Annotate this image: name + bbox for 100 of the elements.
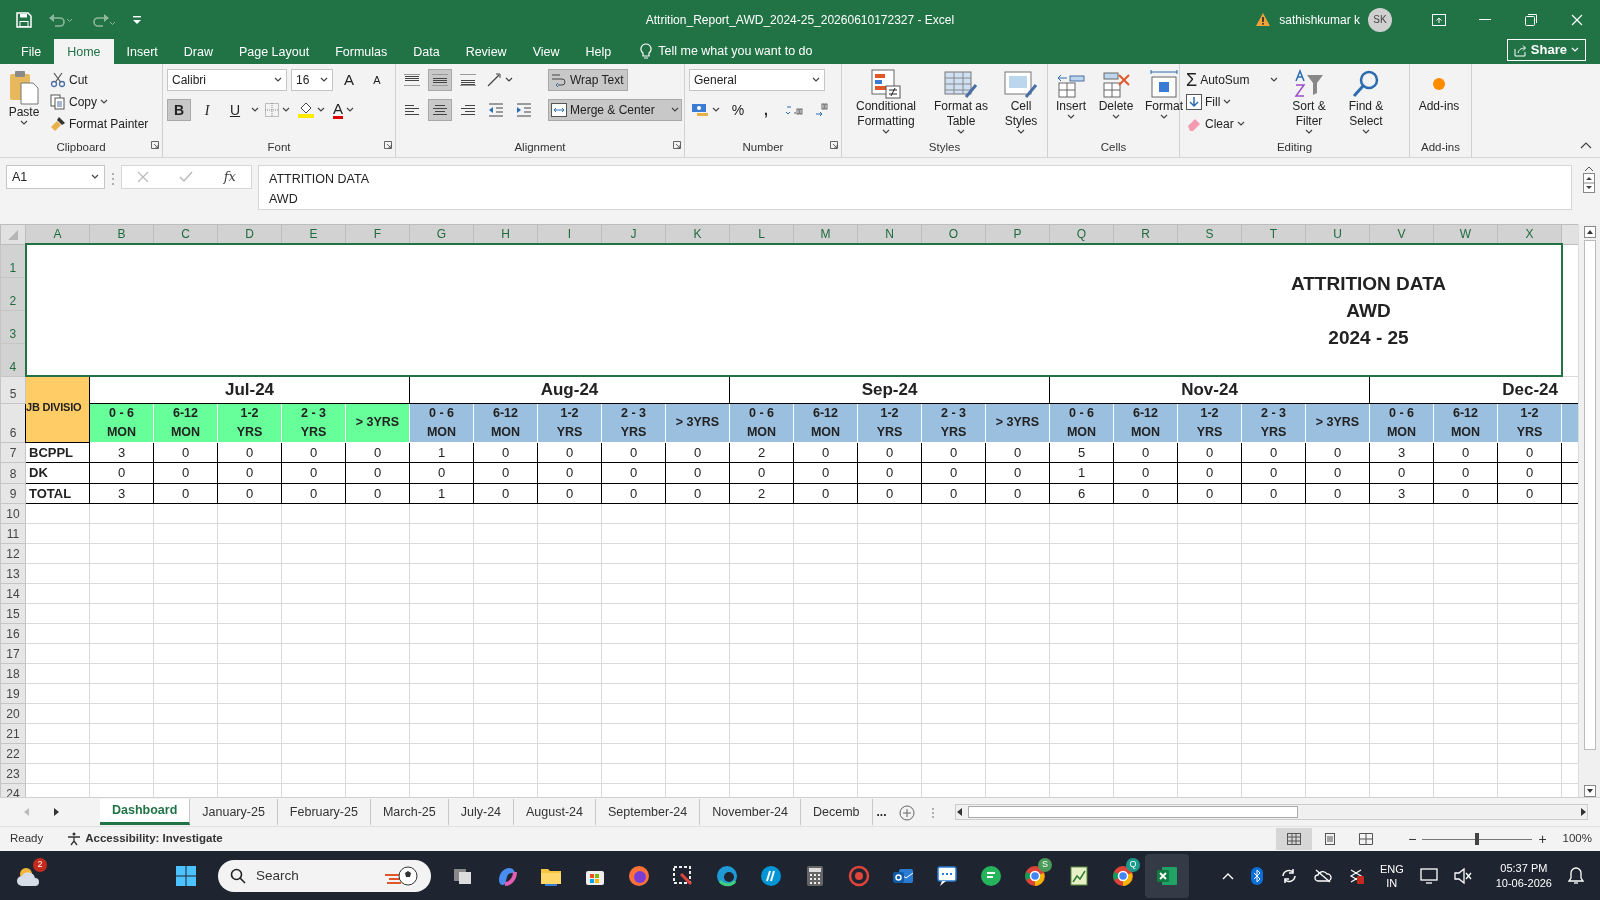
zoom-out-button[interactable]: − — [1408, 828, 1417, 850]
column-header[interactable]: G — [436, 227, 447, 241]
sheet-tab[interactable]: February-25 — [277, 799, 371, 825]
column-header[interactable]: N — [885, 227, 894, 241]
bluetooth-icon[interactable] — [1249, 867, 1264, 885]
column-header[interactable]: C — [181, 227, 190, 241]
sheet-tab[interactable]: March-25 — [370, 799, 449, 825]
redo-icon[interactable] — [90, 11, 116, 28]
name-box[interactable]: A1 — [6, 165, 105, 189]
column-header[interactable]: J — [630, 227, 637, 241]
cut-button[interactable]: Cut — [48, 69, 151, 91]
scrollbar-thumb[interactable] — [1583, 240, 1596, 750]
autosum-button[interactable]: Σ AutoSum — [1184, 69, 1280, 91]
language-indicator[interactable]: ENG IN — [1379, 862, 1404, 890]
column-header[interactable]: T — [1269, 227, 1278, 241]
user-name[interactable]: sathishkumar k — [1279, 10, 1360, 29]
scroll-up-icon[interactable] — [1583, 226, 1596, 238]
row-header[interactable]: 6 — [9, 425, 17, 440]
cells-button[interactable]: Insert — [1052, 69, 1090, 140]
row-header[interactable]: 4 — [9, 359, 17, 374]
column-header[interactable]: K — [693, 227, 702, 241]
scrollbar-thumb[interactable] — [967, 806, 1298, 818]
dialog-launcher-icon[interactable] — [384, 140, 392, 149]
shrink-font-button[interactable]: A — [365, 69, 389, 91]
font-size-field[interactable]: 16 — [291, 69, 333, 91]
column-header[interactable]: Q — [1076, 227, 1087, 241]
minimize-icon[interactable] — [1479, 18, 1491, 21]
paste-button[interactable]: Paste — [4, 69, 44, 140]
font-name-field[interactable]: Calibri — [167, 69, 287, 91]
grow-font-button[interactable]: A — [337, 69, 361, 91]
sheet-tab[interactable]: Dashboard — [100, 799, 191, 825]
more-tabs-button[interactable]: ... — [872, 803, 891, 821]
row-header[interactable]: 2 — [9, 293, 17, 308]
format-toggle[interactable]: B — [167, 99, 191, 121]
notification-icon[interactable] — [1568, 867, 1584, 885]
close-icon[interactable] — [1571, 13, 1583, 26]
format-toggle[interactable]: U — [223, 99, 247, 121]
number-format-field[interactable]: General — [689, 69, 825, 91]
sync-icon[interactable] — [1279, 868, 1298, 884]
row-header[interactable]: 5 — [9, 386, 17, 401]
column-header[interactable]: I — [567, 227, 572, 241]
record-icon[interactable] — [847, 864, 871, 888]
chevron-up-icon[interactable] — [1221, 872, 1234, 880]
column-header[interactable]: R — [1141, 227, 1150, 241]
spreadsheet-icon[interactable] — [1155, 864, 1179, 888]
menu-tab[interactable]: Draw — [170, 39, 226, 64]
column-header[interactable]: F — [373, 227, 382, 241]
menu-tab[interactable]: Data — [400, 39, 453, 64]
collapse-ribbon-icon[interactable] — [1580, 141, 1592, 149]
column-header[interactable]: P — [1013, 227, 1022, 241]
merge-center-button[interactable]: Merge & Center — [548, 99, 682, 121]
volume-muted-icon[interactable] — [1453, 868, 1472, 884]
sheet-tab[interactable]: November-24 — [700, 799, 801, 825]
view-button[interactable] — [1276, 828, 1313, 850]
row-header[interactable]: 3 — [9, 326, 17, 341]
snip-icon[interactable] — [671, 864, 695, 888]
row-header[interactable]: 1 — [9, 260, 17, 275]
percent-button[interactable]: % — [726, 99, 750, 121]
browser-icon[interactable] — [715, 864, 739, 888]
dialog-launcher-icon[interactable] — [830, 140, 838, 149]
column-header[interactable]: A — [53, 227, 62, 241]
add-ins-button[interactable]: Add-ins — [1414, 69, 1464, 140]
wrap-text-button[interactable]: Wrap Text — [548, 69, 628, 91]
column-header[interactable]: U — [1333, 227, 1342, 241]
column-header[interactable]: X — [1525, 227, 1534, 241]
next-sheet-icon[interactable] — [54, 808, 60, 816]
column-header[interactable]: E — [309, 227, 318, 241]
save-icon[interactable] — [16, 11, 32, 28]
zoom-in-button[interactable]: + — [1538, 828, 1547, 850]
styles-button[interactable]: Conditional Formatting — [846, 69, 926, 140]
zoom-slider-thumb[interactable] — [1475, 832, 1480, 845]
add-sheet-icon[interactable] — [898, 804, 915, 821]
scroll-right-icon[interactable] — [1579, 807, 1587, 817]
copy-button[interactable]: Copy — [48, 91, 151, 113]
dialog-launcher-icon[interactable] — [673, 140, 681, 149]
styles-button[interactable]: Cell Styles — [996, 69, 1046, 140]
customize-icon[interactable] — [132, 14, 142, 25]
clock-time[interactable]: 05:37 PM — [1495, 861, 1552, 876]
restore-icon[interactable] — [1525, 13, 1537, 26]
insert-function-button[interactable]: fx — [223, 167, 236, 187]
check-icon[interactable] — [179, 171, 194, 183]
column-header[interactable]: B — [117, 227, 126, 241]
find-select-button[interactable]: Find & Select — [1338, 69, 1394, 140]
styles-button[interactable]: Format as Table — [930, 69, 992, 140]
column-header[interactable]: V — [1397, 227, 1406, 241]
comma-style-button[interactable]: , — [754, 99, 778, 121]
collapse-icon[interactable] — [1584, 165, 1594, 173]
tell-me-search[interactable]: Tell me what you want to do — [658, 42, 813, 61]
column-header[interactable]: M — [820, 227, 831, 241]
menu-tab[interactable]: File — [8, 39, 55, 64]
logo-icon[interactable] — [759, 864, 783, 888]
chat-icon[interactable] — [935, 864, 959, 888]
format-painter-button[interactable]: Format Painter — [48, 113, 151, 135]
format-toggle[interactable]: I — [195, 99, 219, 121]
chart-icon[interactable] — [1067, 864, 1091, 888]
column-header[interactable]: D — [245, 227, 254, 241]
column-header[interactable]: S — [1205, 227, 1214, 241]
formula-field[interactable]: ATTRITION DATA AWD — [258, 165, 1572, 210]
avatar[interactable]: SK — [1368, 7, 1392, 32]
menu-tab[interactable]: Insert — [113, 39, 171, 64]
